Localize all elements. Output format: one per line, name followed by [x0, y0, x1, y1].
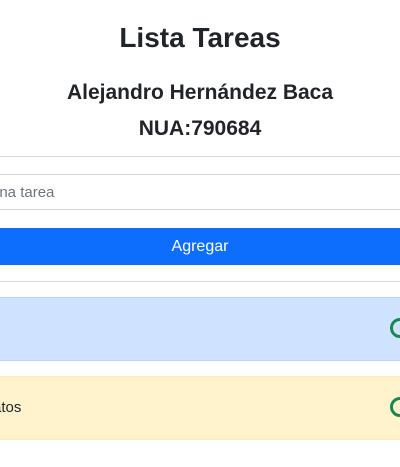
- add-button[interactable]: Agregar: [0, 228, 400, 265]
- page-title: Lista Tareas: [119, 22, 281, 53]
- student-id: NUA:790684: [138, 117, 262, 140]
- task-input[interactable]: [0, 174, 400, 210]
- task-label: atos: [0, 399, 22, 416]
- author-name: Alejandro Hernández Baca: [66, 81, 334, 104]
- task-list-page: Lista Tareas Alejandro Hernández Baca NU…: [0, 0, 400, 467]
- complete-toggle-icon[interactable]: [390, 318, 400, 338]
- divider-top: [0, 156, 400, 157]
- task-item[interactable]: [0, 297, 400, 361]
- task-item[interactable]: atos: [0, 376, 400, 440]
- complete-toggle-icon[interactable]: [390, 397, 400, 417]
- divider-bottom: [0, 281, 400, 282]
